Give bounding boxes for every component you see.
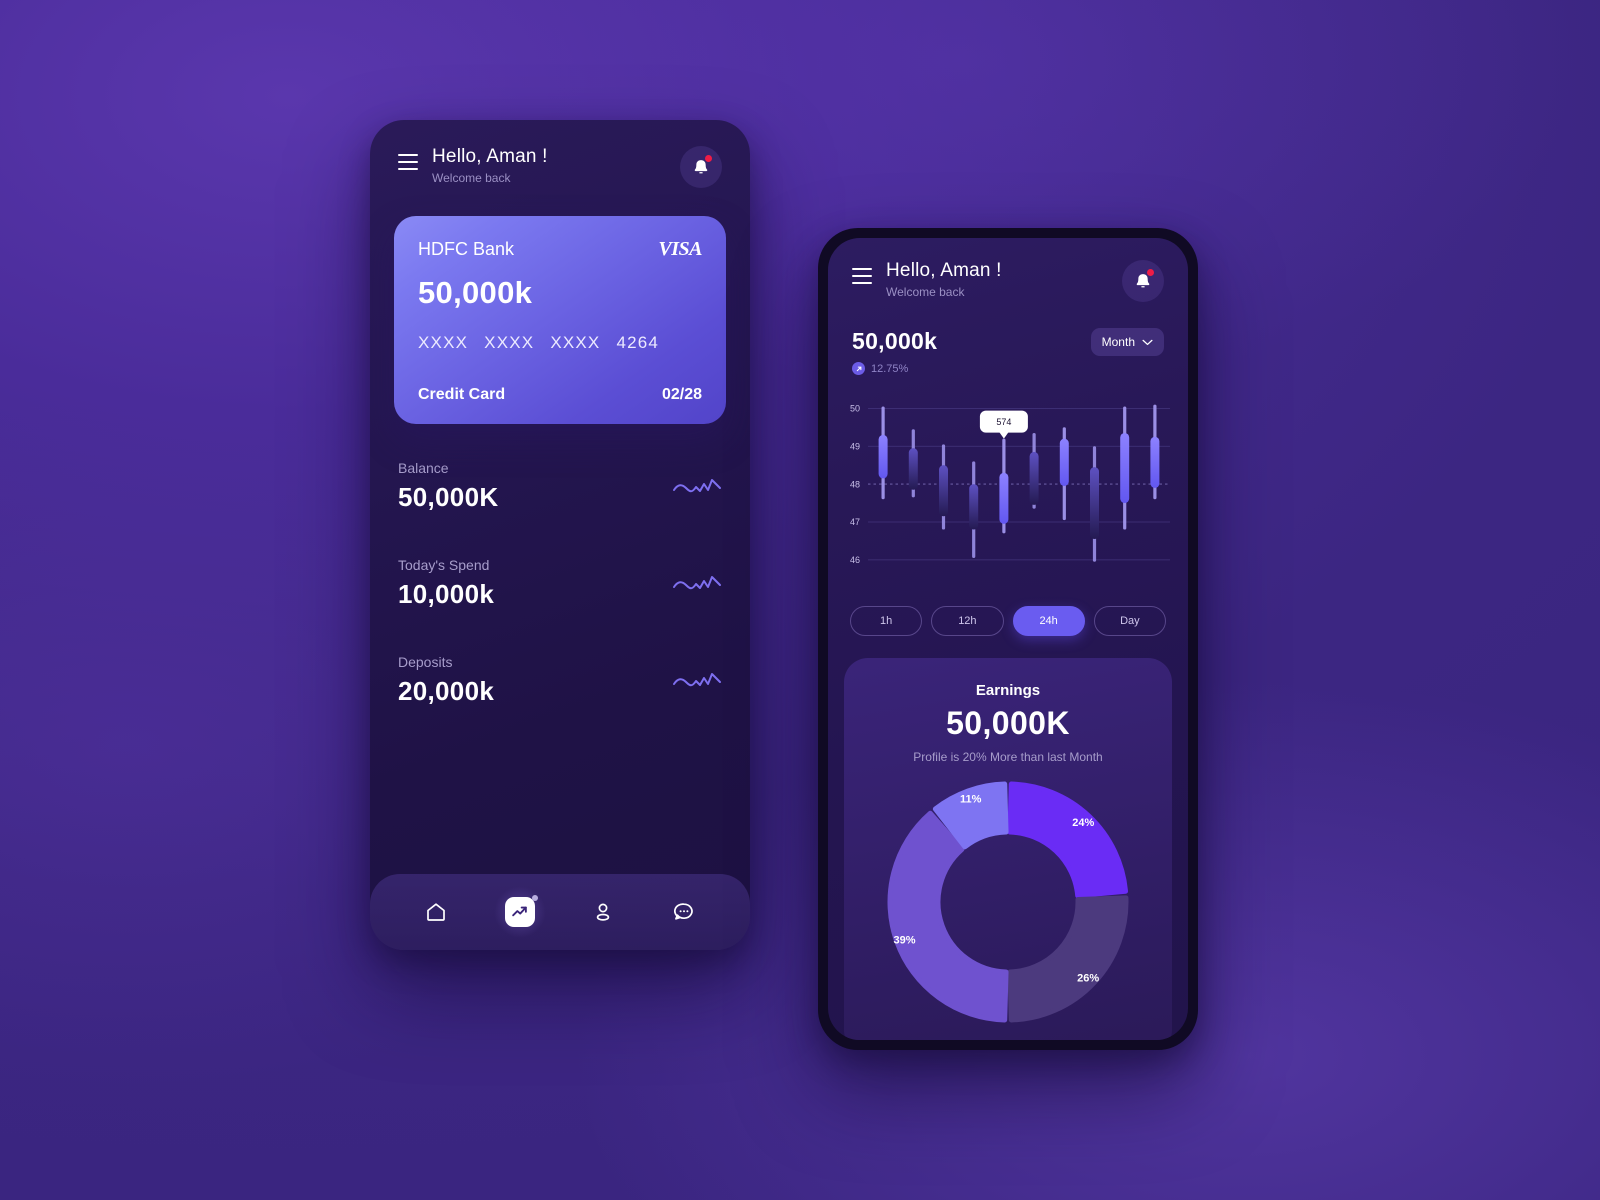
- donut-segment-label: 11%: [960, 794, 982, 806]
- donut-chart[interactable]: 24% 26% 39% 11%: [862, 778, 1154, 1026]
- stat-value: 20,000k: [398, 676, 495, 706]
- wallet-header: Hello, Aman ! Welcome back: [370, 120, 750, 188]
- candlestick-chart[interactable]: 50 49 48 47 46 574: [828, 375, 1188, 592]
- visa-logo: VISA: [658, 238, 702, 260]
- svg-text:46: 46: [850, 555, 860, 565]
- user-icon: [596, 903, 610, 921]
- svg-text:49: 49: [850, 441, 860, 451]
- range-selector[interactable]: Month: [1090, 328, 1164, 356]
- card-expiry: 02/28: [661, 386, 702, 403]
- analytics-header: Hello, Aman ! Welcome back: [828, 238, 1188, 302]
- chevron-down-icon: [1142, 339, 1153, 345]
- card-type: Credit Card: [418, 386, 506, 403]
- stats-list: Balance 50,000K Today's Spend 10,000k De…: [370, 424, 750, 707]
- nav-active-badge: [531, 895, 538, 901]
- nav-item-messages[interactable]: [661, 889, 707, 935]
- card-number-group: XXXX: [550, 333, 601, 352]
- stat-row-deposits[interactable]: Deposits 20,000k: [398, 654, 722, 707]
- bottom-navigation: [370, 874, 750, 950]
- donut-segment[interactable]: [887, 810, 1009, 1023]
- card-number: XXXX XXXX XXXX 4264: [418, 333, 702, 353]
- donut-segment[interactable]: [1007, 895, 1129, 1023]
- earnings-note: Profile is 20% More than last Month: [913, 750, 1103, 764]
- notification-button[interactable]: [680, 146, 722, 188]
- card-amount: 50,000k: [418, 275, 533, 310]
- sparkline-icon: [673, 478, 721, 492]
- nav-item-home[interactable]: [413, 889, 459, 935]
- sparkline-icon: [673, 672, 721, 686]
- chat-bubble-icon: [673, 903, 693, 920]
- range-selector-label: Month: [1101, 335, 1135, 349]
- card-number-group: 4264: [616, 333, 660, 352]
- hamburger-menu-icon[interactable]: [852, 260, 872, 284]
- stat-label: Balance: [398, 460, 449, 476]
- stat-row-balance[interactable]: Balance 50,000K: [398, 460, 722, 513]
- greeting-block: Hello, Aman ! Welcome back: [398, 146, 548, 185]
- trend-up-arrow-icon: [852, 362, 865, 375]
- greeting-subtitle: Welcome back: [432, 171, 511, 185]
- card-number-group: XXXX: [418, 333, 469, 352]
- phone-screen-analytics: Hello, Aman ! Welcome back 50,000k 12.75…: [818, 228, 1198, 1050]
- stat-value: 50,000K: [398, 482, 499, 512]
- credit-card[interactable]: HDFC Bank VISA 50,000k XXXX XXXX XXXX 42…: [394, 216, 726, 424]
- greeting-title: Hello, Aman !: [886, 260, 1002, 281]
- sparkline-icon: [673, 575, 721, 589]
- background-glow: [0, 0, 1600, 1200]
- credit-card-bottom-row: Credit Card 02/28: [418, 386, 702, 404]
- summary-amount: 50,000k: [852, 328, 938, 354]
- card-number-group: XXXX: [484, 333, 535, 352]
- notification-badge: [1147, 269, 1154, 276]
- donut-segment-label: 26%: [1077, 972, 1099, 984]
- chart-trend-icon: [512, 906, 528, 916]
- summary-row: 50,000k 12.75% Month: [828, 302, 1188, 375]
- timeframe-chip-12h[interactable]: 12h: [931, 606, 1004, 636]
- greeting-subtitle: Welcome back: [886, 285, 965, 299]
- candlestick-chart-svg: 50 49 48 47 46 574: [850, 404, 1170, 565]
- nav-item-analytics[interactable]: [493, 886, 546, 938]
- timeframe-chip-1h[interactable]: 1h: [850, 606, 923, 636]
- phone-screen-wallet: Hello, Aman ! Welcome back HDFC Bank VIS…: [370, 120, 750, 950]
- svg-text:50: 50: [850, 404, 860, 414]
- donut-segment-label: 39%: [893, 934, 915, 946]
- stat-label: Today's Spend: [398, 557, 490, 573]
- notification-badge: [705, 155, 712, 162]
- summary-delta: 12.75%: [852, 362, 937, 375]
- donut-segment[interactable]: [1007, 781, 1129, 899]
- timeframe-chip-day[interactable]: Day: [1093, 606, 1166, 636]
- notification-button[interactable]: [1122, 260, 1164, 302]
- credit-card-top-row: HDFC Bank VISA: [418, 238, 702, 261]
- earnings-title: Earnings: [975, 682, 1041, 699]
- donut-segment-label: 24%: [1072, 817, 1094, 829]
- stat-value: 10,000k: [398, 579, 495, 609]
- stat-label: Deposits: [398, 654, 453, 670]
- timeframe-chip-24h[interactable]: 24h: [1012, 606, 1085, 636]
- earnings-card: Earnings 50,000K Profile is 20% More tha…: [844, 658, 1172, 1040]
- delta-value: 12.75%: [871, 362, 909, 375]
- greeting-title: Hello, Aman !: [432, 146, 548, 167]
- donut-chart-svg: 24% 26% 39% 11%: [887, 781, 1129, 1023]
- timeframe-chips: 1h 12h 24h Day: [828, 592, 1188, 636]
- greeting-block: Hello, Aman ! Welcome back: [852, 260, 1002, 299]
- svg-text:47: 47: [850, 517, 860, 527]
- svg-text:574: 574: [996, 417, 1011, 427]
- stat-row-todays-spend[interactable]: Today's Spend 10,000k: [398, 557, 722, 610]
- bank-name: HDFC Bank: [418, 239, 515, 259]
- svg-text:48: 48: [850, 479, 860, 489]
- nav-item-profile[interactable]: [580, 889, 626, 935]
- home-icon: [427, 903, 446, 921]
- earnings-amount: 50,000K: [946, 705, 1070, 741]
- hamburger-menu-icon[interactable]: [398, 146, 418, 170]
